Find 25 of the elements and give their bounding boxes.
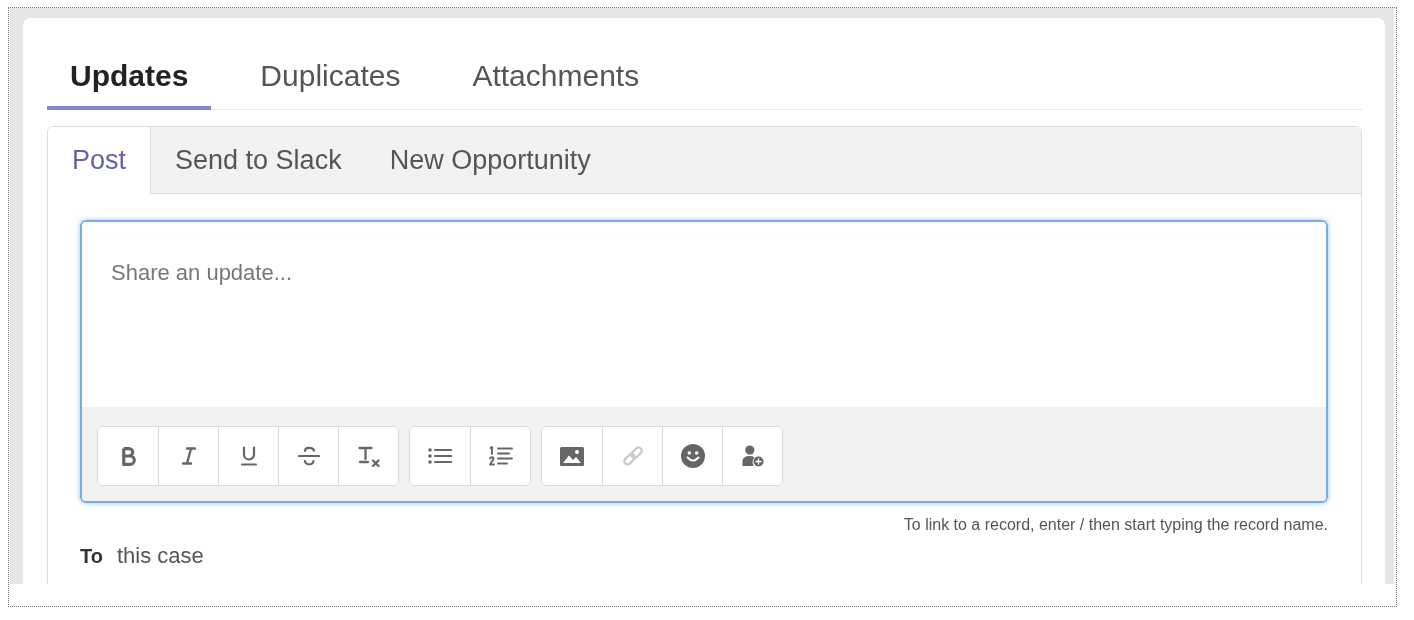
numbered-list-icon	[488, 446, 513, 466]
tab[interactable]: Attachments	[449, 40, 663, 110]
editor-box[interactable]: Share an update...	[80, 220, 1328, 503]
strikethrough-icon	[297, 446, 320, 466]
bold-icon	[120, 446, 136, 466]
person-add-icon	[741, 445, 764, 467]
image-icon	[560, 446, 584, 466]
tab[interactable]: Post	[48, 127, 152, 194]
underline-icon	[240, 446, 257, 466]
tab[interactable]: New Opportunity	[365, 127, 615, 193]
recipient-value: this case	[116, 542, 204, 570]
tab[interactable]: Duplicates	[237, 40, 424, 110]
recipient-label: To	[80, 544, 103, 569]
tab[interactable]: Updates	[47, 40, 212, 110]
tab[interactable]: Send to Slack	[151, 127, 366, 193]
clear-format-button[interactable]	[338, 427, 398, 485]
hint-text: To link to a record, enter / then start typing the record name.	[903, 515, 1328, 535]
clear-formatting-icon	[357, 445, 380, 467]
update-field[interactable]: Share an update...	[82, 222, 1326, 407]
add-person-button[interactable]	[722, 427, 782, 485]
smiley-icon	[680, 444, 705, 468]
chain-link-icon	[621, 445, 644, 467]
bulleted-list-icon	[428, 448, 452, 464]
numbered-list-button[interactable]	[470, 427, 530, 485]
italic-icon	[181, 447, 196, 465]
